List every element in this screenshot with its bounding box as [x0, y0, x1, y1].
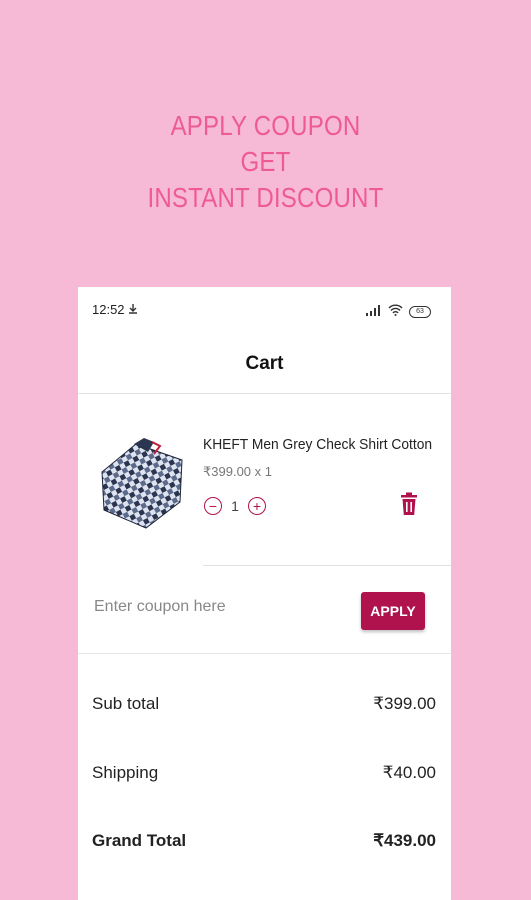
grand-total-value: ₹439.00 — [373, 831, 436, 850]
shipping-label: Shipping — [92, 763, 159, 782]
item-divider — [203, 565, 451, 566]
download-icon — [128, 302, 138, 320]
delete-item-button[interactable] — [400, 492, 418, 521]
increase-quantity-button[interactable]: + — [248, 497, 266, 515]
promo-line-1: APPLY COUPON — [170, 110, 361, 141]
wifi-icon — [388, 303, 403, 321]
product-price: ₹399.00 x 1 — [203, 464, 272, 479]
apply-coupon-button[interactable]: APPLY — [361, 592, 425, 630]
product-name[interactable]: KHEFT Men Grey Check Shirt Cotton — [203, 436, 432, 453]
shipping-row: Shipping ₹40.00 — [92, 761, 436, 785]
promo-line-2: GET — [240, 146, 291, 177]
product-image[interactable] — [96, 432, 186, 532]
phone-screen: 12:52 63 Cart KHEFT Men Grey Check Shirt… — [78, 287, 451, 900]
signal-icon — [366, 303, 382, 321]
shipping-value: ₹40.00 — [382, 763, 436, 782]
trash-icon — [401, 492, 417, 515]
cart-item: KHEFT Men Grey Check Shirt Cotton ₹399.0… — [78, 394, 451, 566]
status-icons: 63 — [366, 303, 431, 321]
battery-icon: 63 — [409, 306, 431, 318]
quantity-value: 1 — [231, 498, 239, 514]
promo-line-3: INSTANT DISCOUNT — [147, 182, 384, 213]
grand-total-row: Grand Total ₹439.00 — [92, 829, 436, 853]
app-bar: Cart — [78, 335, 451, 394]
status-bar: 12:52 63 — [78, 287, 451, 335]
grand-total-label: Grand Total — [92, 831, 187, 850]
decrease-quantity-button[interactable]: − — [204, 497, 222, 515]
page-title: Cart — [245, 353, 284, 374]
promo-headline: APPLY COUPON GET INSTANT DISCOUNT — [0, 108, 531, 216]
subtotal-label: Sub total — [92, 694, 160, 713]
subtotal-value: ₹399.00 — [373, 694, 436, 713]
quantity-stepper: − 1 + — [204, 497, 266, 515]
status-time: 12:52 — [92, 302, 125, 317]
coupon-section: APPLY — [78, 567, 451, 654]
subtotal-row: Sub total ₹399.00 — [92, 692, 436, 716]
coupon-input[interactable] — [92, 597, 336, 617]
